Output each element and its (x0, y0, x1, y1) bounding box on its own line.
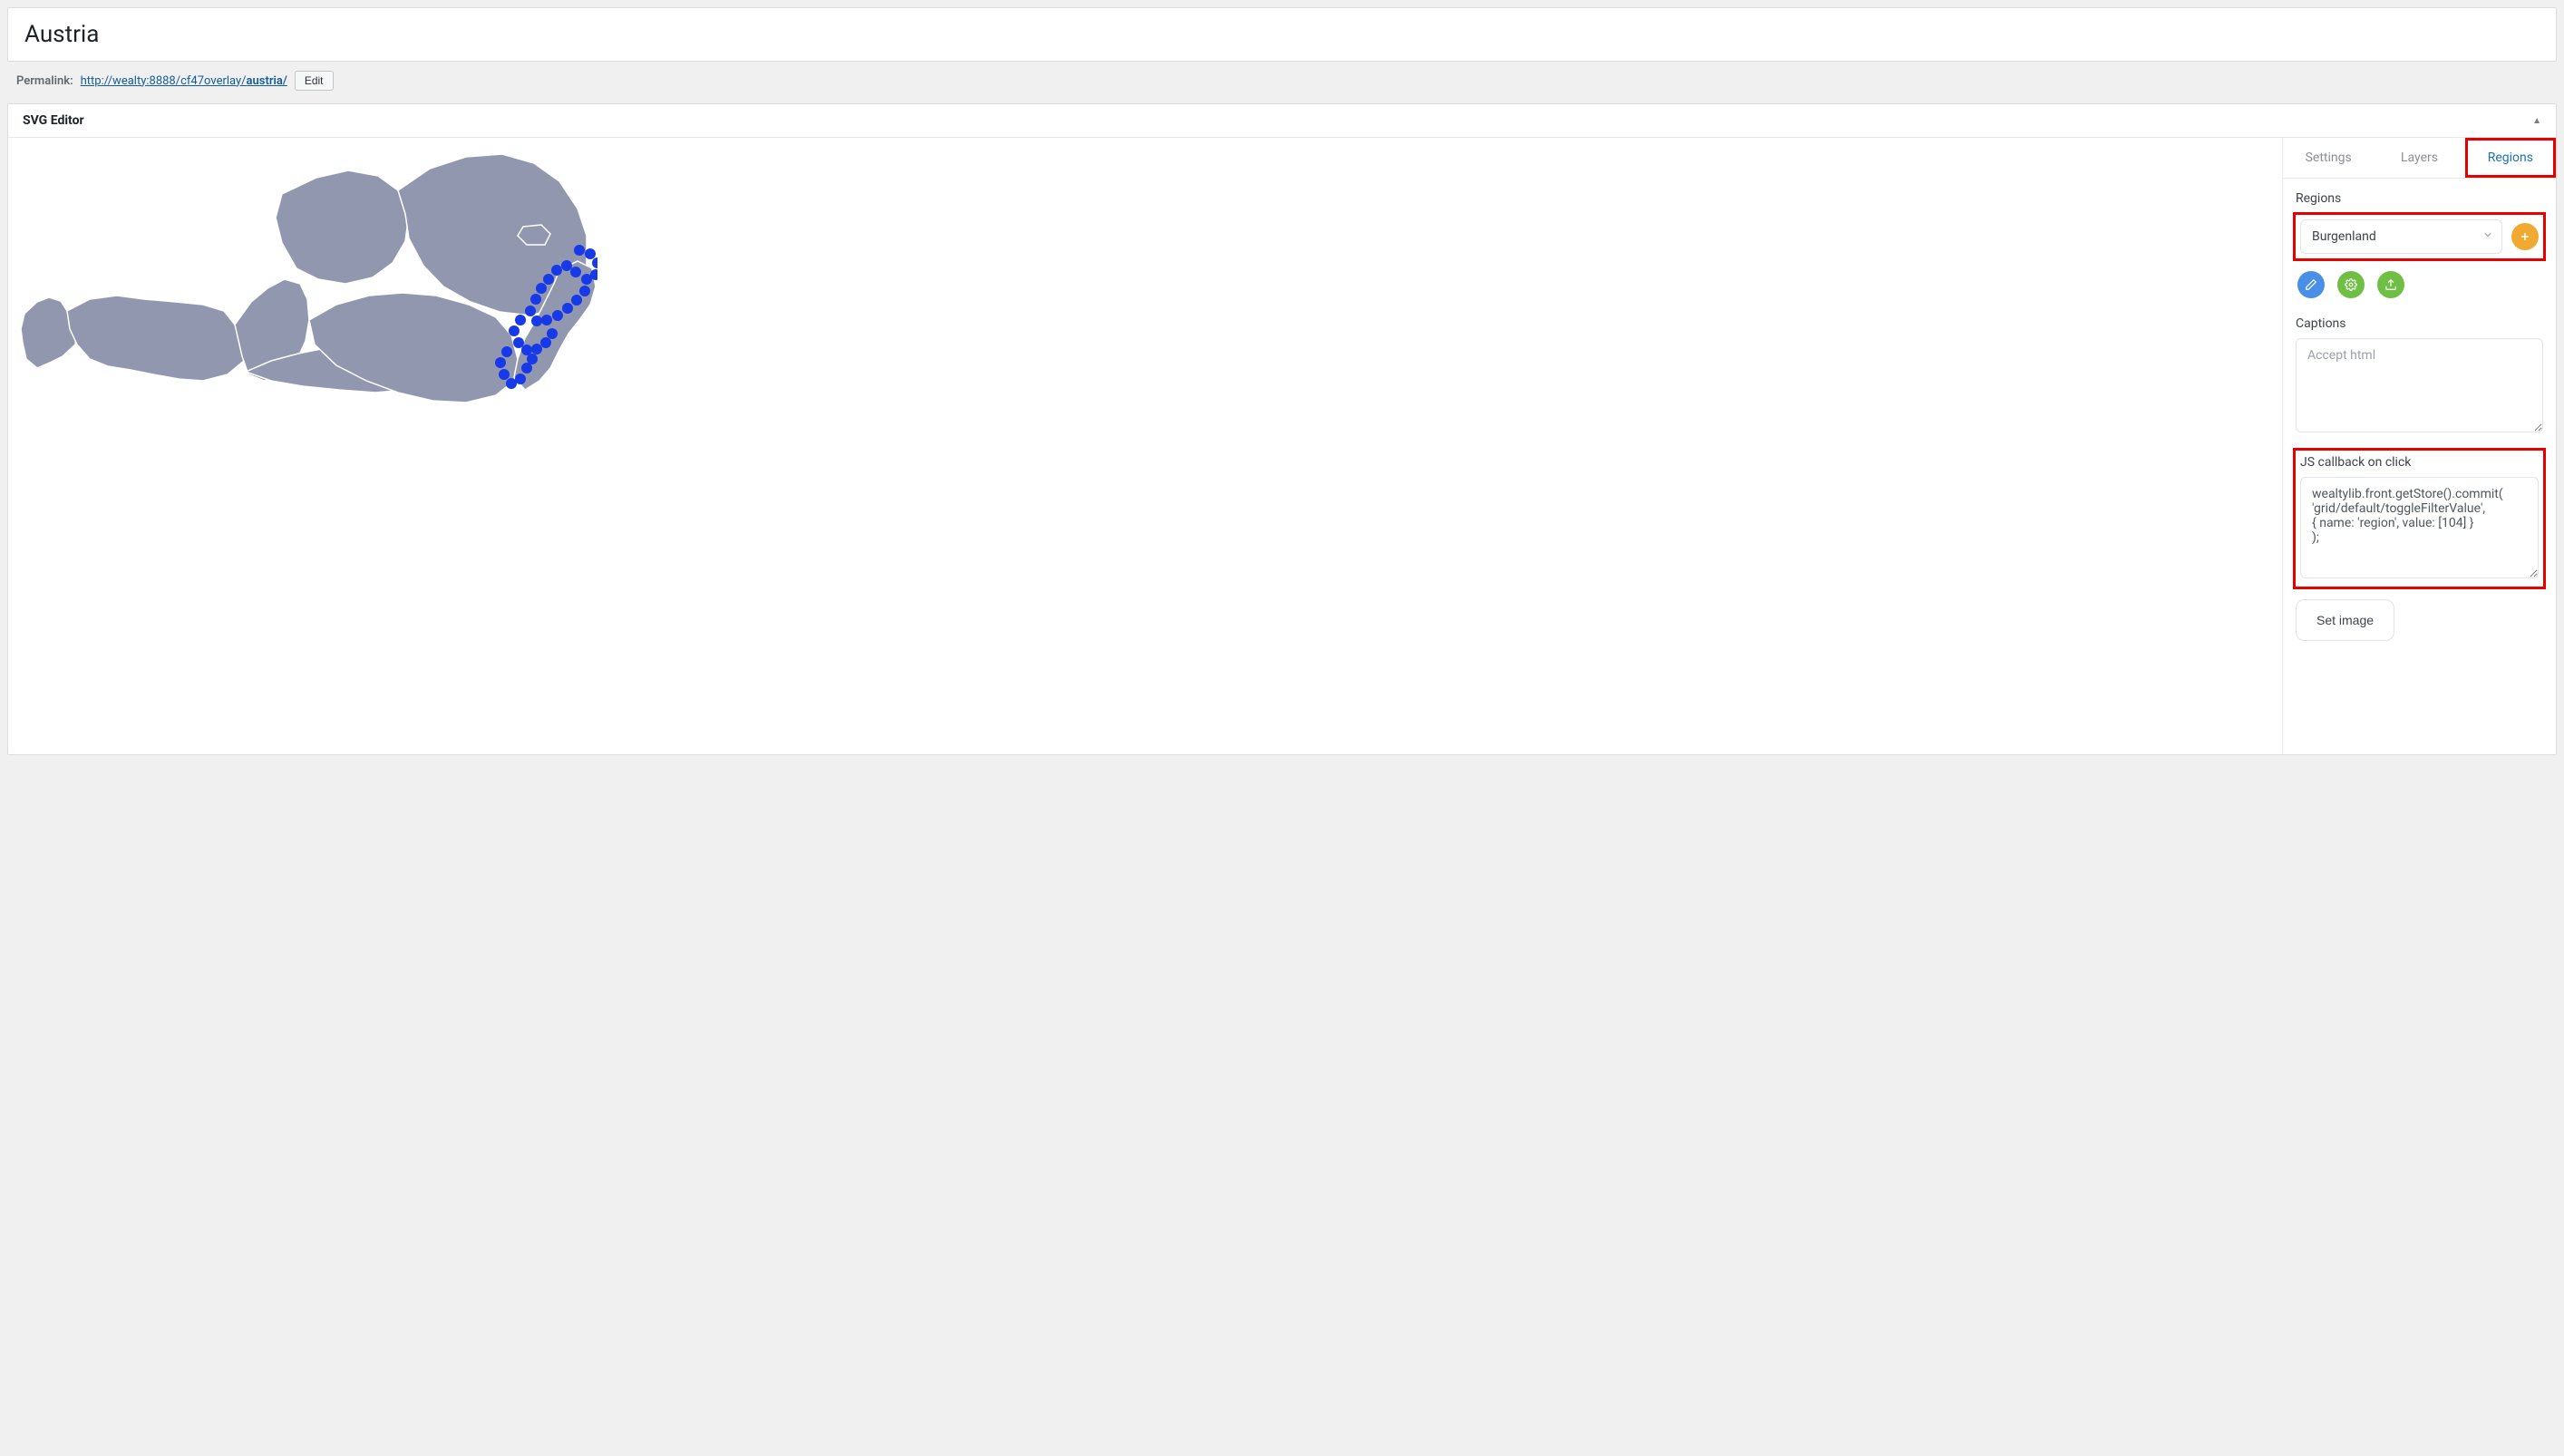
map-canvas[interactable] (8, 138, 2282, 754)
gear-icon (2345, 278, 2357, 291)
regions-label: Regions (2296, 191, 2543, 206)
editor-body: Settings Layers Regions Regions Burgenla… (8, 138, 2556, 754)
region-select-row: Burgenland (2296, 215, 2543, 258)
panel-header: SVG Editor ▲ (8, 104, 2556, 138)
panel-title: SVG Editor (23, 113, 84, 128)
tabs: Settings Layers Regions (2283, 138, 2556, 179)
permalink-label: Permalink: (16, 74, 73, 88)
permalink-base: http://wealty:8888/cf47overlay/ (81, 74, 247, 88)
upload-region-button[interactable] (2377, 271, 2404, 298)
edit-permalink-button[interactable]: Edit (295, 71, 334, 91)
panel-toggle-icon[interactable]: ▲ (2532, 116, 2541, 126)
title-card: Austria (7, 7, 2557, 62)
editor-sidebar: Settings Layers Regions Regions Burgenla… (2282, 138, 2556, 754)
upload-icon (2384, 278, 2397, 291)
captions-input[interactable] (2296, 338, 2543, 432)
permalink-link[interactable]: http://wealty:8888/cf47overlay/austria/ (81, 74, 287, 88)
captions-label: Captions (2296, 316, 2543, 331)
region-select[interactable]: Burgenland (2300, 219, 2502, 254)
region-settings-button[interactable] (2337, 271, 2365, 298)
austria-map-svg[interactable] (17, 143, 597, 451)
set-image-button[interactable]: Set image (2296, 599, 2394, 641)
page-title[interactable]: Austria (24, 21, 2540, 48)
sidebar-content: Regions Burgenland (2283, 179, 2556, 654)
captions-field: Captions (2296, 316, 2543, 436)
austria-shape (21, 154, 596, 403)
tab-layers[interactable]: Layers (2374, 138, 2464, 178)
plus-icon (2519, 230, 2531, 243)
permalink-slug: austria/ (247, 74, 287, 88)
region-select-wrap: Burgenland (2300, 219, 2502, 254)
tab-regions[interactable]: Regions (2465, 138, 2556, 178)
js-callback-label: JS callback on click (2300, 455, 2539, 470)
pencil-icon (2305, 278, 2317, 291)
permalink-row: Permalink: http://wealty:8888/cf47overla… (7, 62, 2557, 103)
tab-settings[interactable]: Settings (2283, 138, 2374, 178)
svg-editor-panel: SVG Editor ▲ (7, 103, 2557, 755)
edit-region-button[interactable] (2297, 271, 2325, 298)
region-actions (2296, 271, 2543, 298)
js-callback-field: JS callback on click (2296, 451, 2543, 587)
add-region-button[interactable] (2511, 223, 2539, 250)
js-callback-input[interactable] (2300, 477, 2539, 578)
